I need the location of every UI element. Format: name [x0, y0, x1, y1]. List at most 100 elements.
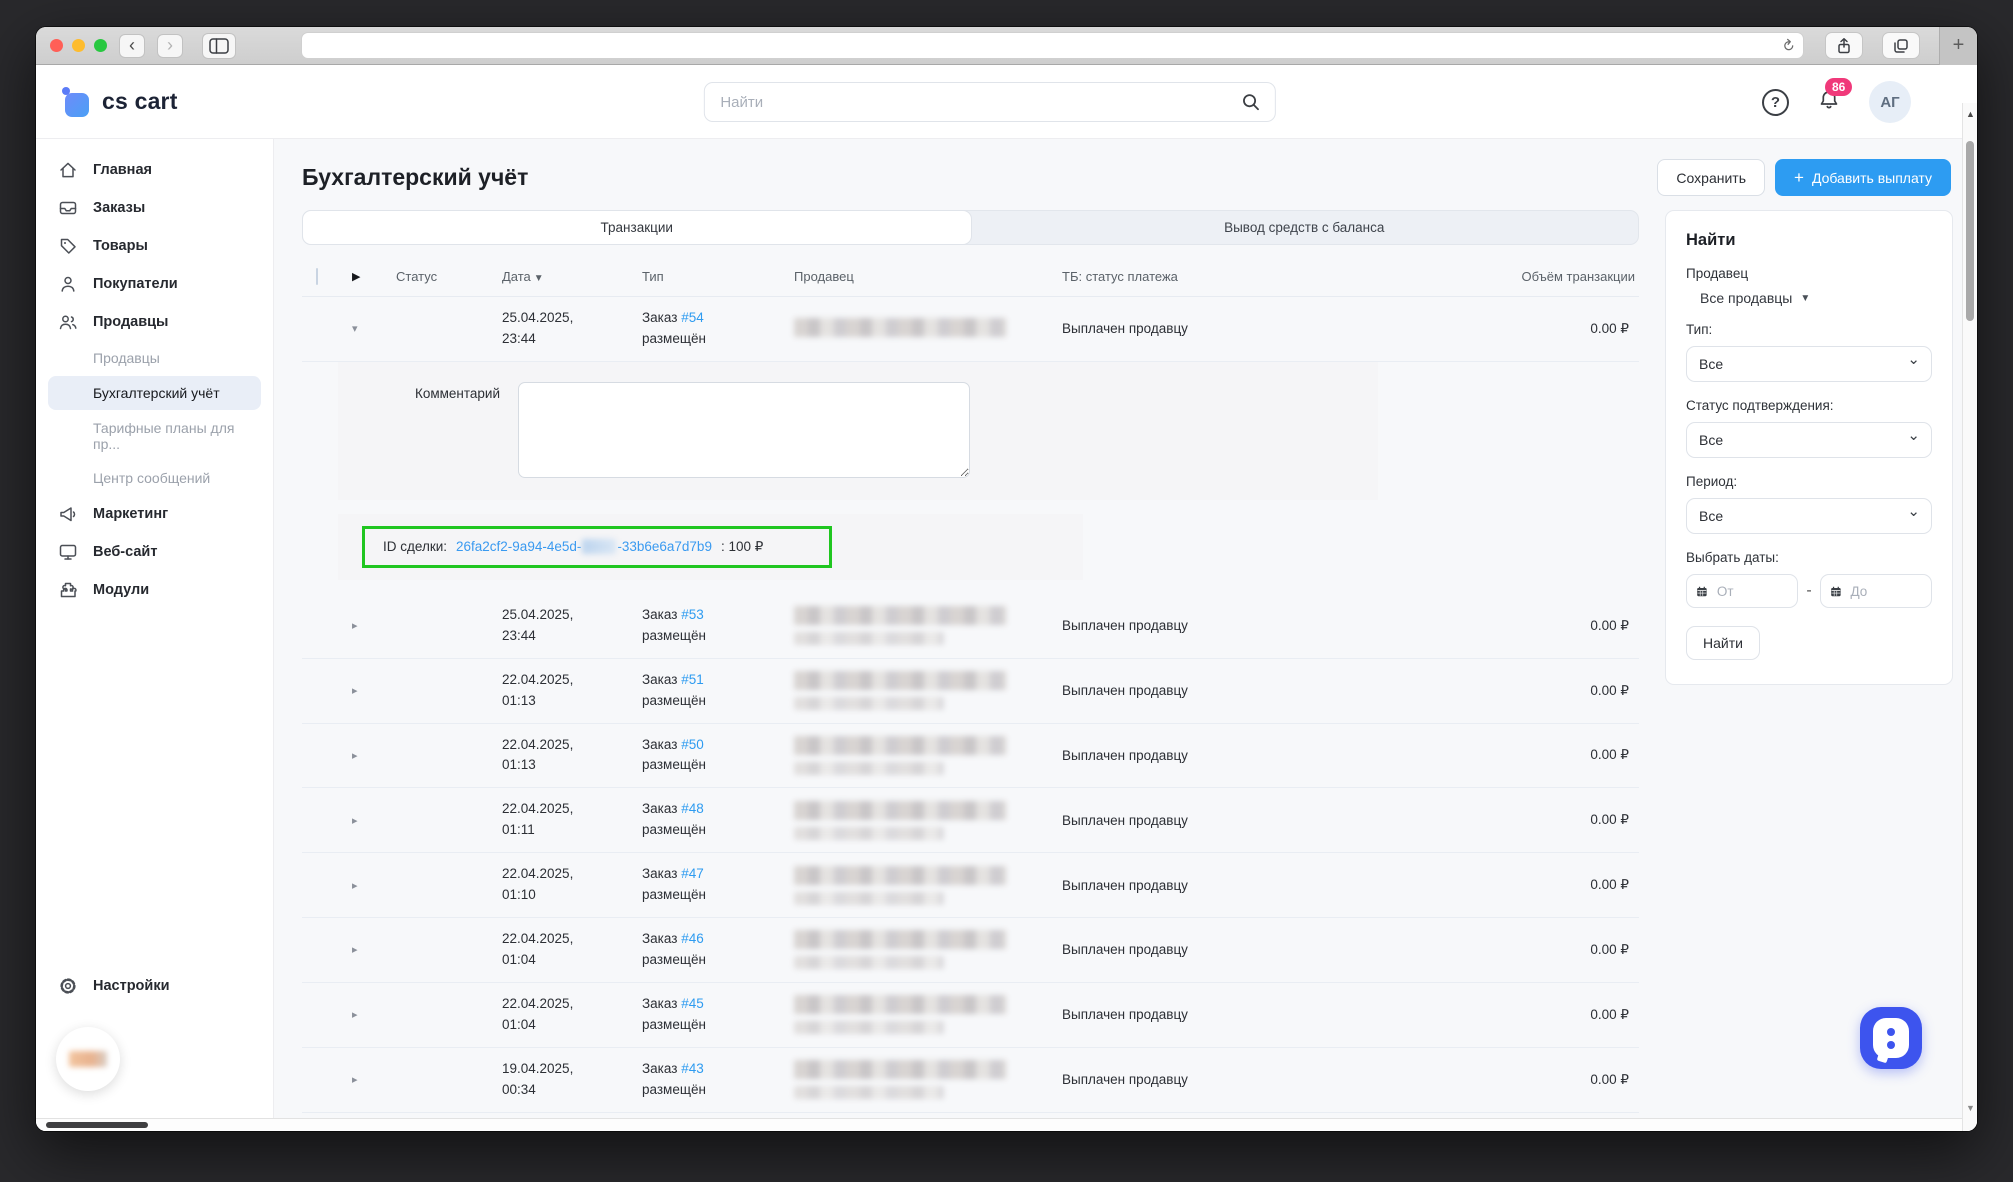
table-row[interactable]: ▸ 22.04.2025,01:04 Заказ #46 размещён	[302, 918, 1639, 983]
col-status[interactable]: Статус	[396, 269, 502, 284]
table-row[interactable]: ▸ 22.04.2025,01:04 Заказ #45 размещён	[302, 983, 1639, 1048]
browser-window: ‹ › ↻ + cs cart	[36, 27, 1977, 1131]
fullscreen-button[interactable]	[94, 39, 107, 52]
expand-arrow-icon[interactable]: ▸	[352, 619, 396, 632]
sidebar-item-orders[interactable]: Заказы	[36, 189, 273, 227]
forward-button[interactable]: ›	[157, 34, 183, 58]
expand-arrow-icon[interactable]: ▸	[352, 1073, 396, 1086]
expand-arrow-icon[interactable]: ▸	[352, 879, 396, 892]
sidebar-item-marketing[interactable]: Маркетинг	[36, 495, 273, 533]
minimize-button[interactable]	[72, 39, 85, 52]
date-to-input[interactable]	[1848, 583, 1922, 600]
sidebar-sub-tariff-plans[interactable]: Тарифные планы для пр...	[36, 411, 273, 461]
sidebar-item-vendors[interactable]: Продавцы	[36, 303, 273, 341]
order-link[interactable]: #46	[681, 931, 704, 946]
back-button[interactable]: ‹	[119, 34, 145, 58]
type-select[interactable]: Все	[1686, 346, 1932, 382]
save-button[interactable]: Сохранить	[1657, 159, 1765, 196]
period-filter-label: Период:	[1686, 474, 1932, 489]
search-filter-panel: Найти Продавец Все продавцы ▼ Тип: Все С…	[1665, 210, 1953, 685]
expand-arrow-icon[interactable]: ▸	[352, 684, 396, 697]
new-tab-button[interactable]: +	[1939, 27, 1977, 65]
order-link[interactable]: #53	[681, 607, 704, 622]
date-from-input[interactable]	[1715, 583, 1789, 600]
order-link[interactable]: #50	[681, 737, 704, 752]
comment-textarea[interactable]	[518, 382, 970, 478]
expanded-details: Комментарий	[338, 362, 1378, 500]
address-bar[interactable]: ↻	[301, 32, 1804, 59]
table-row[interactable]: ▸ 25.04.2025,23:44 Заказ #53 размещён	[302, 594, 1639, 659]
sidebar-sub-vendors[interactable]: Продавцы	[36, 341, 273, 375]
calendar-icon	[1696, 584, 1708, 599]
help-icon[interactable]: ?	[1762, 89, 1789, 116]
sidebar-sub-message-center[interactable]: Центр сообщений	[36, 461, 273, 495]
filter-search-button[interactable]: Найти	[1686, 626, 1760, 660]
monitor-icon	[58, 542, 78, 562]
vertical-scrollbar[interactable]: ▲ ▼	[1962, 103, 1977, 1131]
period-select[interactable]: Все	[1686, 498, 1932, 534]
cscart-admin-app: cs cart ? 86 АГ Главная	[36, 65, 1977, 1131]
sidebar-item-customers[interactable]: Покупатели	[36, 265, 273, 303]
user-avatar[interactable]	[56, 1027, 120, 1091]
confirmation-select[interactable]: Все	[1686, 422, 1932, 458]
app-header: cs cart ? 86 АГ	[36, 65, 1977, 139]
chat-widget-button[interactable]	[1860, 1007, 1922, 1069]
table-row[interactable]: ▸ 22.04.2025,01:10 Заказ #47 размещён	[302, 853, 1639, 918]
type-select-wrap: Все	[1686, 346, 1932, 382]
gear-icon	[58, 976, 78, 996]
table-row[interactable]: ▸ 22.04.2025,01:13 Заказ #50 размещён	[302, 724, 1639, 789]
scroll-up-arrow-icon[interactable]: ▲	[1966, 109, 1975, 119]
close-button[interactable]	[50, 39, 63, 52]
scroll-down-arrow-icon[interactable]: ▼	[1966, 1103, 1975, 1113]
vendor-name-redacted	[794, 1060, 1006, 1079]
sidebar-item-website[interactable]: Веб-сайт	[36, 533, 273, 571]
reload-icon[interactable]: ↻	[1778, 35, 1799, 57]
sidebar-toggle-button[interactable]	[202, 33, 236, 59]
search-icon[interactable]	[1240, 92, 1260, 112]
vendor-name-redacted-line2	[794, 632, 944, 645]
col-vendor[interactable]: Продавец	[794, 269, 1062, 284]
vertical-scroll-thumb[interactable]	[1966, 141, 1974, 321]
table-row-expanded[interactable]: ▾ 25.04.2025,23:44 Заказ #54 размещён Вы…	[302, 297, 1639, 362]
global-search-input[interactable]	[718, 93, 1240, 112]
order-link[interactable]: #45	[681, 996, 704, 1011]
order-link[interactable]: #43	[681, 1061, 704, 1076]
col-amount[interactable]: Объём транзакции	[1485, 269, 1635, 284]
tabs-overview-button[interactable]	[1882, 32, 1920, 59]
share-button[interactable]	[1825, 32, 1863, 59]
sidebar-item-addons[interactable]: Модули	[36, 571, 273, 609]
sidebar-sub-accounting[interactable]: Бухгалтерский учёт	[48, 376, 261, 410]
horizontal-scrollbar[interactable]	[36, 1118, 1962, 1131]
order-link[interactable]: #54	[681, 310, 704, 325]
expand-arrow-icon[interactable]: ▸	[352, 749, 396, 762]
notifications-bell[interactable]: 86	[1817, 88, 1841, 117]
order-link[interactable]: #48	[681, 801, 704, 816]
table-row[interactable]: ▸ 22.04.2025,01:13 Заказ #51 размещён	[302, 659, 1639, 724]
order-link[interactable]: #47	[681, 866, 704, 881]
expand-arrow-icon[interactable]: ▸	[352, 943, 396, 956]
table-row[interactable]: ▸ 22.04.2025,01:11 Заказ #48 размещён	[302, 788, 1639, 853]
col-date[interactable]: Дата▼	[502, 269, 642, 284]
avatar[interactable]: АГ	[1869, 81, 1911, 123]
select-all-checkbox[interactable]	[316, 268, 318, 285]
expand-arrow-icon[interactable]: ▸	[352, 814, 396, 827]
table-row[interactable]: ▸ 19.04.2025,00:34 Заказ #43 размещён	[302, 1048, 1639, 1113]
tab-withdrawals[interactable]: Вывод средств с баланса	[971, 211, 1639, 244]
tab-transactions[interactable]: Транзакции	[302, 210, 972, 245]
col-payment-status[interactable]: ТБ: статус платежа	[1062, 269, 1485, 284]
col-type[interactable]: Тип	[642, 269, 794, 284]
deal-id-link[interactable]: 26fa2cf2-9a94-4e5d--33b6e6a7d7b9	[456, 539, 712, 554]
cscart-logo[interactable]: cs cart	[62, 87, 178, 117]
add-payout-button[interactable]: + Добавить выплату	[1775, 159, 1951, 196]
vendors-dropdown[interactable]: Все продавцы ▼	[1686, 290, 1932, 306]
collapse-arrow-icon[interactable]: ▾	[352, 322, 396, 335]
horizontal-scroll-thumb[interactable]	[46, 1122, 148, 1128]
cscart-logo-text: cs cart	[102, 88, 178, 115]
sidebar-item-home[interactable]: Главная	[36, 151, 273, 189]
type-filter-label: Тип:	[1686, 322, 1932, 337]
sidebar-item-settings[interactable]: Настройки	[36, 967, 273, 1005]
expand-arrow-icon[interactable]: ▸	[352, 1008, 396, 1021]
order-link[interactable]: #51	[681, 672, 704, 687]
sidebar-item-products[interactable]: Товары	[36, 227, 273, 265]
expand-all-arrow-icon[interactable]: ▶	[352, 270, 396, 283]
